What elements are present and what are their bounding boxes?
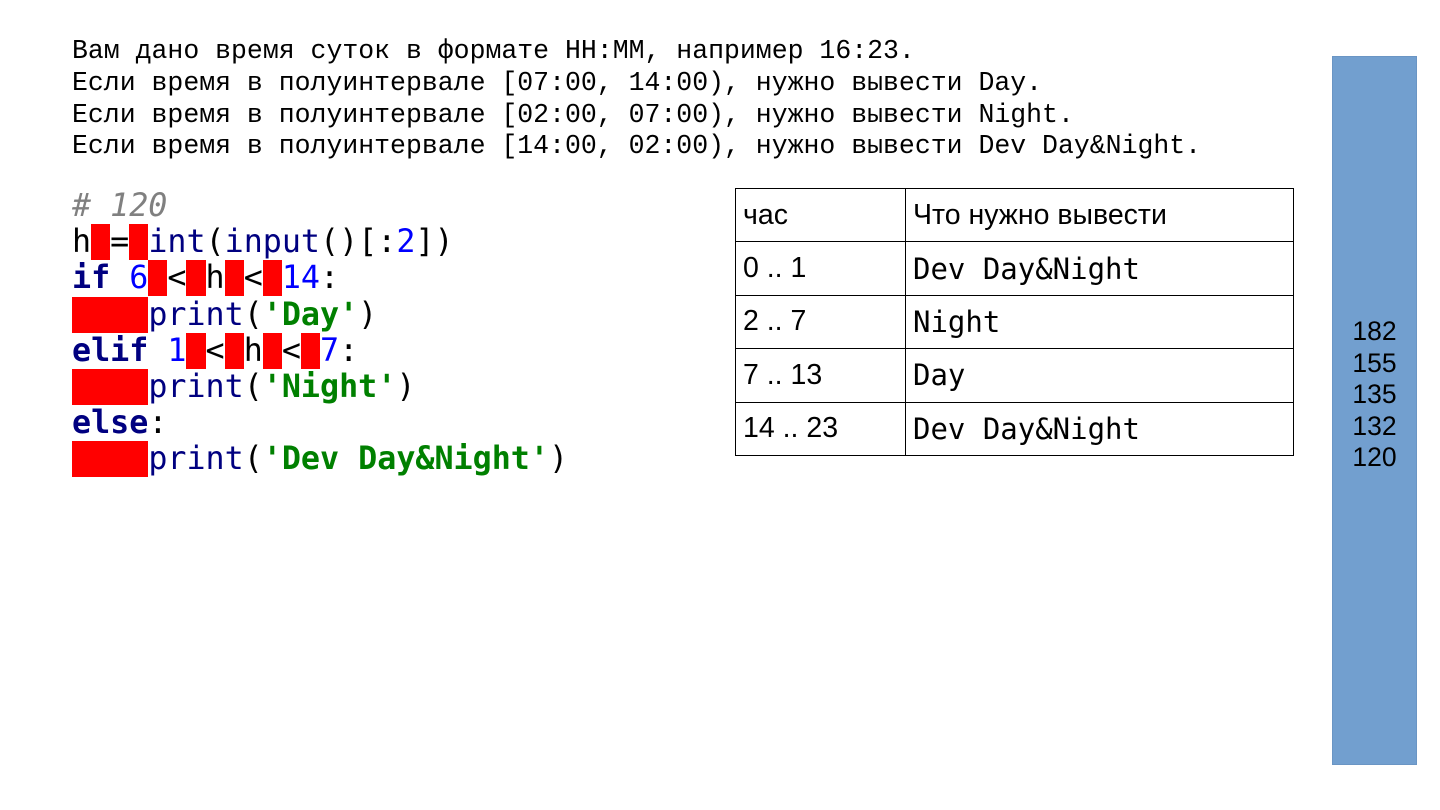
table-cell-hour: 7 .. 13 bbox=[735, 348, 906, 403]
score-item: 135 bbox=[1352, 379, 1397, 409]
code-kw-elif: elif bbox=[72, 332, 149, 369]
code-line-print-devdn: print('Dev Day&Night') bbox=[72, 441, 569, 478]
code-print: print bbox=[148, 296, 244, 333]
code-kw-if: if bbox=[72, 260, 111, 297]
score-item: 182 bbox=[1352, 316, 1397, 346]
table-row: 0 .. 1 Dev Day&Night bbox=[735, 241, 1294, 296]
space-marker bbox=[224, 332, 244, 369]
score-item: 155 bbox=[1352, 347, 1397, 378]
code-slice-open: ()[: bbox=[320, 224, 397, 261]
score-item: 132 bbox=[1352, 410, 1397, 441]
code-paren: ( bbox=[243, 368, 263, 405]
table-row: 2 .. 7 Night bbox=[735, 294, 1294, 350]
task-description: Вам дано время суток в формате HH:MM, на… bbox=[72, 36, 1201, 163]
table-cell-hour: 14 .. 23 bbox=[735, 401, 906, 456]
code-var-h: h bbox=[243, 332, 263, 369]
code-print: print bbox=[148, 368, 244, 405]
table-header-hour: час bbox=[735, 187, 906, 243]
code-line-assign: h = int(input()[:2]) bbox=[72, 224, 568, 261]
table-cell-output: Night bbox=[905, 294, 1294, 350]
code-comment: # 120 bbox=[72, 188, 168, 224]
space-marker bbox=[91, 224, 111, 261]
code-int: int bbox=[148, 224, 206, 261]
indent-marker bbox=[72, 296, 149, 333]
code-var-h: h bbox=[205, 260, 225, 297]
code-line-print-night: print('Night') bbox=[72, 368, 568, 405]
space-marker bbox=[148, 260, 168, 297]
table-cell-output: Day bbox=[905, 348, 1294, 403]
table-cell-hour: 2 .. 7 bbox=[735, 294, 906, 350]
space-marker bbox=[186, 332, 206, 369]
code-paren: ( bbox=[243, 296, 263, 333]
score-list: 182 155 135 132 120 bbox=[1332, 316, 1417, 474]
table-header-row: час Что нужно вывести bbox=[735, 187, 1294, 243]
table-cell-hour: 0 .. 1 bbox=[735, 241, 906, 296]
code-num-6: 6 bbox=[129, 260, 149, 297]
code-input: input bbox=[224, 224, 321, 261]
code-line-elif: elif 1 < h < 7: bbox=[72, 332, 568, 369]
space-marker bbox=[262, 332, 282, 369]
code-line-else: else: bbox=[72, 405, 568, 441]
code-num-1: 1 bbox=[167, 332, 187, 369]
space-marker bbox=[129, 224, 149, 261]
code-kw-else: else bbox=[72, 405, 149, 442]
code-line-comment: # 120 bbox=[72, 188, 568, 224]
code-block: # 120 h = int(input()[:2]) if 6 < h < 14… bbox=[72, 188, 568, 478]
code-paren: ) bbox=[548, 441, 569, 478]
code-lt: < bbox=[281, 332, 301, 369]
code-paren: ) bbox=[396, 368, 416, 405]
table-header-output: Что нужно вывести bbox=[905, 187, 1294, 243]
task-line-4: Если время в полуинтервале [14:00, 02:00… bbox=[72, 131, 1202, 162]
space-marker bbox=[262, 260, 282, 297]
task-line-3: Если время в полуинтервале [02:00, 07:00… bbox=[72, 99, 1074, 130]
code-slice-num: 2 bbox=[396, 224, 416, 261]
task-line-1: Вам дано время суток в формате HH:MM, на… bbox=[72, 36, 915, 66]
table-row: 7 .. 13 Day bbox=[735, 348, 1294, 403]
code-num-14: 14 bbox=[281, 260, 321, 297]
code-eq: = bbox=[110, 224, 130, 261]
code-lt: < bbox=[167, 260, 187, 297]
indent-marker bbox=[72, 441, 149, 478]
answer-table: час Что нужно вывести 0 .. 1 Dev Day&Nig… bbox=[735, 187, 1294, 456]
code-str-devdn: 'Dev Day&Night' bbox=[262, 441, 549, 478]
space-marker bbox=[300, 332, 321, 369]
code-paren: ( bbox=[205, 224, 225, 261]
code-colon: : bbox=[339, 332, 359, 369]
code-paren: ( bbox=[243, 441, 263, 478]
code-lt: < bbox=[205, 332, 225, 369]
table-cell-output: Dev Day&Night bbox=[905, 401, 1294, 456]
score-item: 120 bbox=[1352, 442, 1397, 472]
code-slice-close: ]) bbox=[415, 224, 454, 261]
code-print: print bbox=[148, 441, 244, 478]
code-line-print-day: print('Day') bbox=[72, 296, 568, 333]
indent-marker bbox=[72, 368, 149, 405]
space-marker bbox=[224, 260, 244, 297]
code-colon: : bbox=[148, 405, 168, 442]
code-str-night: 'Night' bbox=[262, 368, 397, 405]
code-lt: < bbox=[243, 260, 263, 297]
code-num-7: 7 bbox=[320, 332, 340, 369]
task-line-2: Если время в полуинтервале [07:00, 14:00… bbox=[72, 67, 1043, 98]
code-line-if: if 6 < h < 14: bbox=[72, 260, 568, 297]
table-cell-output: Dev Day&Night bbox=[905, 241, 1294, 296]
code-paren: ) bbox=[358, 296, 378, 333]
space-marker bbox=[186, 260, 206, 297]
code-colon: : bbox=[320, 260, 340, 297]
code-var-h: h bbox=[72, 224, 92, 261]
code-str-day: 'Day' bbox=[262, 296, 359, 333]
table-row: 14 .. 23 Dev Day&Night bbox=[735, 401, 1294, 456]
